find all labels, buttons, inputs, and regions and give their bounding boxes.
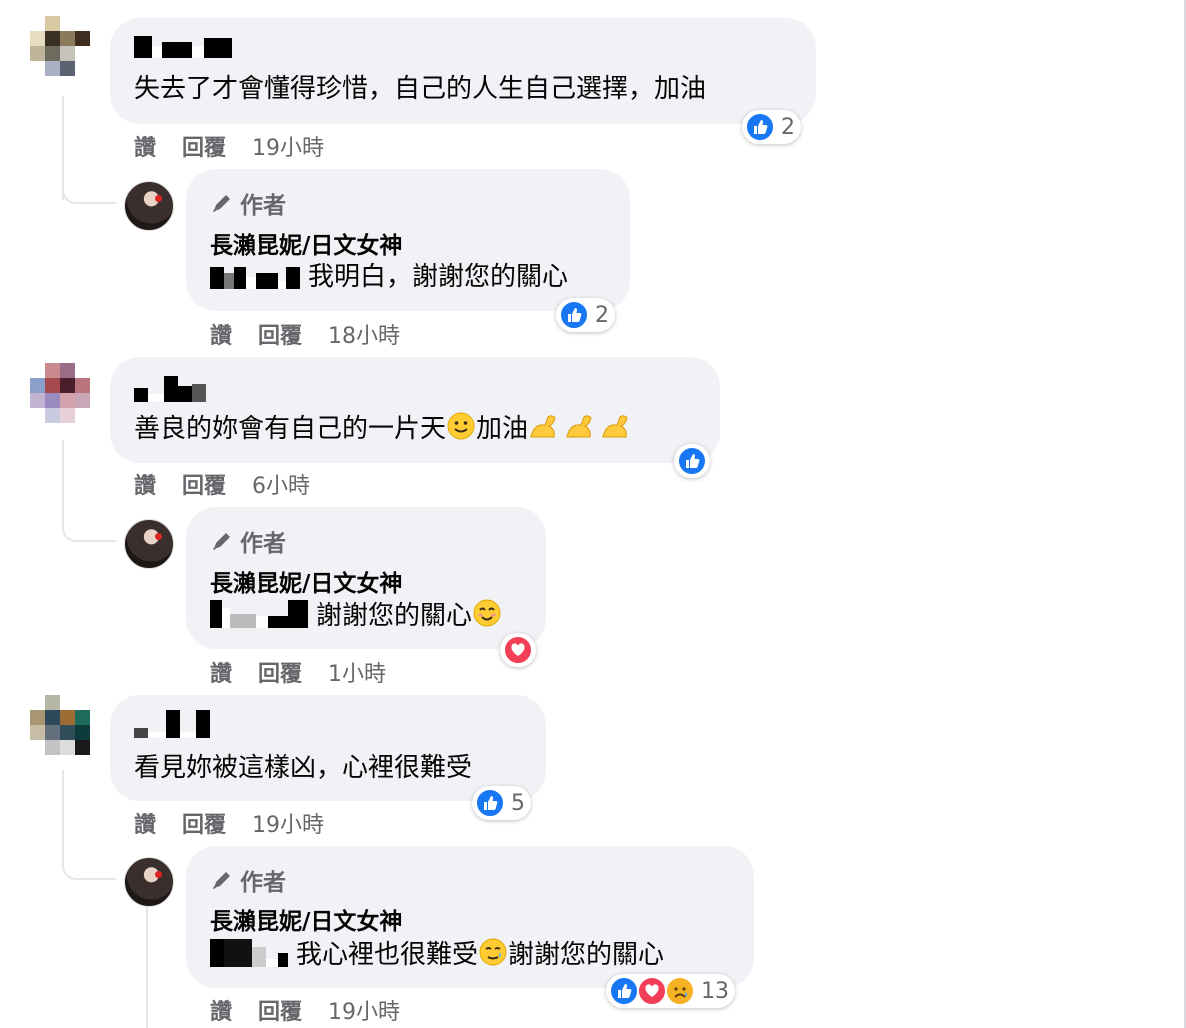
redacted-mention[interactable] bbox=[210, 939, 288, 967]
author-avatar[interactable] bbox=[124, 181, 174, 231]
reply-button[interactable]: 回覆 bbox=[258, 656, 302, 688]
author-avatar[interactable] bbox=[124, 857, 174, 907]
like-button[interactable]: 讚 bbox=[134, 468, 156, 500]
reply-button[interactable]: 回覆 bbox=[182, 130, 226, 162]
like-icon bbox=[559, 300, 589, 330]
timestamp[interactable]: 6小時 bbox=[252, 468, 310, 500]
like-icon bbox=[609, 976, 639, 1006]
love-icon bbox=[503, 635, 533, 665]
reaction-count: 2 bbox=[781, 114, 795, 140]
reply-actions: 讚 回覆 18小時 bbox=[210, 318, 400, 350]
comment-text-tail: 加油 bbox=[476, 414, 529, 444]
like-icon bbox=[475, 788, 505, 818]
smiling-tear-emoji bbox=[478, 937, 508, 976]
author-badge: 作者 bbox=[210, 524, 286, 558]
comment-actions: 讚 回覆 19小時 bbox=[134, 807, 324, 839]
timestamp[interactable]: 19小時 bbox=[252, 807, 324, 839]
reaction-summary[interactable] bbox=[674, 444, 710, 478]
reply-text: 謝謝您的關心 bbox=[210, 598, 502, 637]
reply-button[interactable]: 回覆 bbox=[258, 318, 302, 350]
smile-emoji bbox=[446, 411, 476, 450]
thread-connector bbox=[62, 440, 116, 542]
reaction-count: 2 bbox=[595, 302, 609, 328]
redacted-mention[interactable] bbox=[210, 600, 308, 628]
reply-text-content: 我明白，謝謝您的關心 bbox=[308, 262, 569, 292]
pen-icon bbox=[213, 195, 230, 212]
author-name[interactable]: 長瀨昆妮/日文女神 bbox=[210, 902, 402, 936]
comment-bubble bbox=[110, 18, 816, 124]
flexed-biceps-emoji bbox=[528, 411, 636, 450]
timestamp[interactable]: 1小時 bbox=[328, 656, 386, 688]
author-label: 作者 bbox=[240, 531, 286, 557]
redacted-commenter-name[interactable] bbox=[134, 710, 210, 738]
love-icon bbox=[637, 976, 667, 1006]
comment-actions: 讚 回覆 19小時 bbox=[134, 130, 324, 162]
sad-icon bbox=[665, 976, 695, 1006]
like-icon bbox=[745, 112, 775, 142]
reply-text-content: 謝謝您的關心 bbox=[316, 601, 473, 631]
timestamp[interactable]: 18小時 bbox=[328, 318, 400, 350]
reply-text: 我明白，謝謝您的關心 bbox=[210, 260, 568, 294]
redacted-commenter-name[interactable] bbox=[134, 376, 206, 402]
smiling-blush-emoji bbox=[472, 598, 502, 637]
reply-actions: 讚 回覆 19小時 bbox=[210, 994, 400, 1026]
reaction-summary[interactable] bbox=[500, 633, 536, 667]
author-badge: 作者 bbox=[210, 186, 286, 220]
reply-text-tail: 謝謝您的關心 bbox=[508, 940, 665, 970]
reaction-count: 13 bbox=[701, 978, 729, 1004]
like-button[interactable]: 讚 bbox=[210, 994, 232, 1026]
comment-text: 看見妳被這樣凶，心裡很難受 bbox=[134, 753, 473, 783]
thread-connector bbox=[62, 180, 116, 204]
reply-button[interactable]: 回覆 bbox=[182, 807, 226, 839]
reply-text: 我心裡也很難受 謝謝您的關心 bbox=[210, 937, 664, 976]
like-icon bbox=[677, 446, 707, 476]
reply-button[interactable]: 回覆 bbox=[258, 994, 302, 1026]
thread-connector bbox=[62, 770, 116, 880]
pen-icon bbox=[213, 533, 230, 550]
author-name[interactable]: 長瀨昆妮/日文女神 bbox=[210, 226, 402, 260]
like-button[interactable]: 讚 bbox=[134, 130, 156, 162]
redacted-commenter-name[interactable] bbox=[134, 36, 232, 58]
author-name[interactable]: 長瀨昆妮/日文女神 bbox=[210, 564, 402, 598]
timestamp[interactable]: 19小時 bbox=[328, 994, 400, 1026]
thread-line bbox=[146, 905, 148, 1028]
author-label: 作者 bbox=[240, 193, 286, 219]
comment-actions: 讚 回覆 6小時 bbox=[134, 468, 310, 500]
like-button[interactable]: 讚 bbox=[210, 656, 232, 688]
reaction-count: 5 bbox=[511, 790, 525, 816]
avatar[interactable] bbox=[30, 695, 90, 755]
comment-text: 失去了才會懂得珍惜，自己的人生自己選擇，加油 bbox=[134, 74, 707, 104]
like-button[interactable]: 讚 bbox=[134, 807, 156, 839]
comment-text-content: 善良的妳會有自己的一片天 bbox=[134, 414, 447, 444]
like-button[interactable]: 讚 bbox=[210, 318, 232, 350]
author-label: 作者 bbox=[240, 870, 286, 896]
reply-text-content: 我心裡也很難受 bbox=[296, 940, 479, 970]
redacted-mention[interactable] bbox=[210, 267, 300, 289]
reply-actions: 讚 回覆 1小時 bbox=[210, 656, 386, 688]
avatar[interactable] bbox=[30, 363, 90, 423]
timestamp[interactable]: 19小時 bbox=[252, 130, 324, 162]
reply-button[interactable]: 回覆 bbox=[182, 468, 226, 500]
reaction-summary[interactable]: 13 bbox=[606, 974, 735, 1008]
reaction-summary[interactable]: 2 bbox=[742, 110, 801, 144]
reaction-summary[interactable]: 5 bbox=[472, 786, 531, 820]
author-badge: 作者 bbox=[210, 863, 286, 897]
reaction-summary[interactable]: 2 bbox=[556, 298, 615, 332]
comment-text: 善良的妳會有自己的一片天 加油 bbox=[134, 411, 636, 450]
pen-icon bbox=[213, 872, 230, 889]
avatar[interactable] bbox=[30, 16, 90, 76]
author-avatar[interactable] bbox=[124, 519, 174, 569]
